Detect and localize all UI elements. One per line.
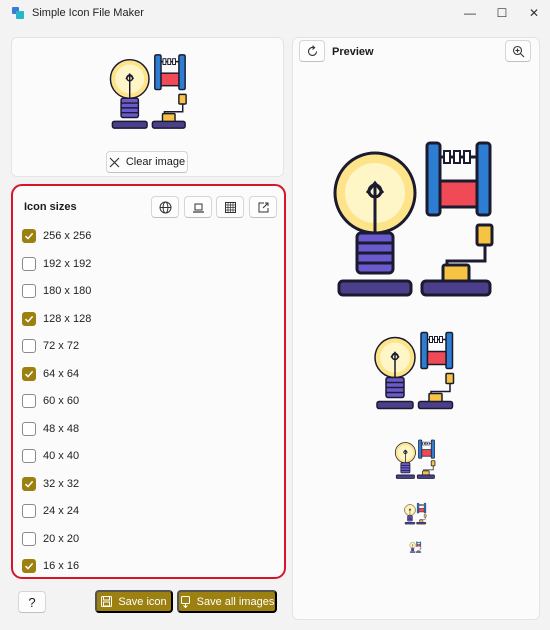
size-checkbox[interactable] [22, 366, 36, 381]
save-icon [101, 596, 113, 607]
refresh-button[interactable] [299, 40, 325, 62]
size-label: 128 x 128 [43, 312, 92, 325]
size-label: 60 x 60 [43, 395, 80, 407]
size-checkbox[interactable] [22, 559, 36, 573]
size-checkbox[interactable] [22, 394, 36, 408]
size-label: 48 x 48 [43, 422, 80, 435]
size-option[interactable]: 128 x 128 [22, 311, 91, 327]
preview-image-16 [409, 541, 422, 553]
size-option[interactable]: 192 x 192 [22, 256, 91, 272]
size-checkbox[interactable] [22, 311, 36, 326]
title-bar: Simple Icon File Maker — ☐ ✕ [0, 0, 550, 28]
size-label: 32 x 32 [43, 477, 80, 490]
save-all-images-label: Save all images [196, 595, 275, 608]
size-option[interactable]: 180 x 180 [22, 283, 91, 299]
size-checkbox[interactable] [22, 339, 36, 353]
close-icon [109, 157, 120, 167]
window-title: Simple Icon File Maker [32, 7, 144, 19]
size-checkbox[interactable] [22, 284, 36, 298]
icon-sizes-title: Icon sizes [24, 201, 77, 213]
laptop-icon [192, 203, 204, 213]
size-option[interactable]: 256 x 256 [22, 228, 91, 244]
size-option[interactable]: 40 x 40 [22, 448, 79, 464]
size-label: 192 x 192 [43, 257, 92, 270]
check-icon [24, 315, 34, 323]
preview-image-256 [333, 141, 494, 297]
preview-image-32 [404, 502, 427, 525]
size-label: 40 x 40 [43, 450, 80, 462]
save-all-icon [180, 595, 190, 608]
size-option[interactable]: 64 x 64 [22, 366, 79, 382]
refresh-icon [307, 44, 317, 56]
size-label: 16 x 16 [43, 560, 80, 572]
size-option[interactable]: 16 x 16 [22, 558, 79, 574]
close-button[interactable]: ✕ [516, 0, 550, 26]
size-label: 72 x 72 [43, 340, 80, 352]
windows-icon [224, 201, 236, 213]
source-image [109, 54, 187, 129]
preset-windows-button[interactable] [216, 196, 244, 218]
maximize-button[interactable]: ☐ [484, 0, 520, 26]
preset-web-button[interactable] [151, 196, 179, 218]
app-icon [12, 7, 24, 19]
size-checkbox[interactable] [22, 449, 36, 463]
zoom-in-icon [512, 45, 524, 57]
preset-export-button[interactable] [249, 196, 277, 218]
export-icon [258, 202, 268, 212]
size-checkbox[interactable] [22, 229, 36, 243]
size-option[interactable]: 72 x 72 [22, 338, 79, 354]
clear-image-label: Clear image [125, 156, 186, 168]
size-option[interactable]: 24 x 24 [22, 503, 79, 519]
size-checkbox[interactable] [22, 531, 36, 546]
minimize-button[interactable]: — [452, 0, 488, 26]
check-icon [24, 562, 34, 570]
size-checkbox[interactable] [22, 504, 36, 518]
size-option[interactable]: 60 x 60 [22, 393, 79, 409]
preview-image-128 [374, 331, 455, 410]
save-icon-button[interactable]: Save icon [95, 590, 173, 613]
size-option[interactable]: 20 x 20 [22, 531, 79, 547]
preview-image-64 [394, 439, 436, 479]
preview-title: Preview [332, 46, 374, 58]
check-icon [24, 232, 34, 240]
size-label: 24 x 24 [43, 505, 80, 517]
clear-image-button[interactable]: Clear image [106, 151, 188, 173]
save-all-images-button[interactable]: Save all images [177, 590, 277, 613]
size-checkbox[interactable] [22, 256, 36, 271]
check-icon [24, 370, 34, 378]
size-label: 256 x 256 [43, 230, 92, 242]
preset-laptop-button[interactable] [184, 196, 212, 218]
zoom-button[interactable] [505, 40, 531, 62]
check-icon [24, 480, 34, 488]
size-checkbox[interactable] [22, 476, 36, 491]
size-label: 180 x 180 [43, 285, 92, 297]
size-label: 64 x 64 [43, 367, 80, 380]
save-icon-label: Save icon [118, 595, 167, 608]
help-button[interactable]: ? [18, 591, 46, 613]
size-label: 20 x 20 [43, 532, 80, 545]
size-option[interactable]: 32 x 32 [22, 476, 79, 492]
globe-icon [159, 201, 171, 213]
size-checkbox[interactable] [22, 421, 36, 436]
size-option[interactable]: 48 x 48 [22, 421, 79, 437]
